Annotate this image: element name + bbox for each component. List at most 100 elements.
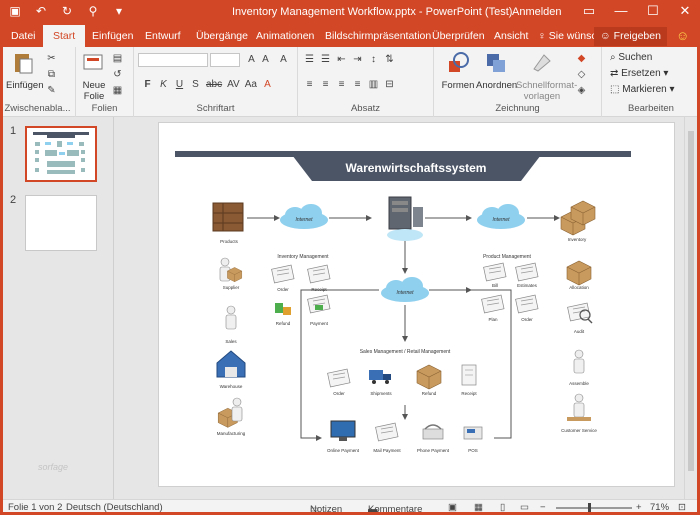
- new-slide-label-2: Folie: [83, 91, 105, 102]
- slide-thumbnail-1[interactable]: [25, 126, 97, 182]
- underline-button[interactable]: U: [174, 79, 185, 92]
- zoom-slider[interactable]: [556, 507, 632, 509]
- fit-to-window-icon[interactable]: ⊡: [678, 502, 686, 513]
- align-text-icon[interactable]: ⊟: [384, 79, 395, 92]
- shrink-font-icon[interactable]: A: [260, 54, 271, 67]
- font-color-button[interactable]: A: [262, 79, 273, 92]
- tab-start[interactable]: Start: [43, 25, 86, 47]
- scrollbar-thumb[interactable]: [688, 131, 694, 471]
- workflow-diagram: Warenwirtschaftssystem Products Internet: [175, 151, 631, 453]
- close-icon[interactable]: ✕: [678, 3, 692, 19]
- slide-info: Folie 1 von 2: [8, 502, 63, 513]
- shape-fill-icon[interactable]: ◆: [576, 53, 587, 66]
- cut-icon[interactable]: ✂: [46, 53, 57, 66]
- tab-bildschirmpraesentation[interactable]: Bildschirmpräsentation: [325, 30, 431, 42]
- tab-einfuegen[interactable]: Einfügen: [92, 30, 133, 42]
- copy-icon[interactable]: ⧉: [46, 69, 57, 82]
- tab-entwurf[interactable]: Entwurf: [145, 30, 181, 42]
- reset-icon[interactable]: ↺: [112, 69, 123, 82]
- section-icon[interactable]: ▦: [112, 85, 123, 98]
- vertical-scrollbar[interactable]: [684, 117, 697, 499]
- increase-indent-icon[interactable]: ⇥: [352, 54, 363, 67]
- numbering-icon[interactable]: ☰: [320, 54, 331, 67]
- char-spacing-button[interactable]: AV: [227, 79, 240, 92]
- estimates-label: Estimates: [517, 283, 538, 288]
- select-button[interactable]: ⬚ Markieren ▾: [610, 84, 675, 95]
- slideshow-icon[interactable]: ▭: [520, 502, 529, 513]
- italic-button[interactable]: K: [158, 79, 169, 92]
- text-direction-icon[interactable]: ⇅: [384, 54, 395, 67]
- clipboard-group-label: Zwischenabla...: [4, 103, 71, 114]
- justify-icon[interactable]: ≡: [352, 79, 363, 92]
- reading-view-icon[interactable]: ▯: [500, 502, 505, 513]
- minimize-icon[interactable]: —: [614, 3, 628, 19]
- strikethrough-button[interactable]: abc: [206, 79, 222, 92]
- redo-icon[interactable]: ↻: [60, 4, 74, 18]
- decrease-indent-icon[interactable]: ⇤: [336, 54, 347, 67]
- change-case-button[interactable]: Aa: [245, 79, 257, 92]
- signin-link[interactable]: Anmelden: [512, 6, 562, 18]
- sales-order-doc-icon: [327, 368, 351, 388]
- tab-datei[interactable]: Datei: [11, 30, 36, 42]
- manufacturing-label: Manufacturing: [217, 431, 246, 436]
- format-painter-icon[interactable]: ✎: [46, 85, 57, 98]
- grow-font-icon[interactable]: A: [246, 54, 257, 67]
- columns-icon[interactable]: ▥: [368, 79, 379, 92]
- tab-uebergaenge[interactable]: Übergänge: [196, 30, 248, 42]
- layout-icon[interactable]: ▤: [112, 53, 123, 66]
- bold-button[interactable]: F: [142, 79, 153, 92]
- slide-canvas[interactable]: Warenwirtschaftssystem Products Internet: [158, 122, 675, 487]
- tell-me-box[interactable]: ♀ Sie wünsc: [538, 30, 597, 42]
- tab-animationen[interactable]: Animationen: [256, 30, 314, 42]
- mail-doc-icon: [375, 422, 399, 442]
- shapes-icon: [449, 52, 469, 72]
- zoom-out-icon[interactable]: −: [540, 502, 546, 513]
- status-bar: Folie 1 von 2 Deutsch (Deutschland) ▭ No…: [0, 499, 700, 515]
- zoom-in-icon[interactable]: +: [636, 502, 642, 513]
- shape-outline-icon[interactable]: ◇: [576, 69, 587, 82]
- new-slide-label-1: Neue: [82, 80, 106, 91]
- zoom-level[interactable]: 71%: [650, 502, 669, 513]
- undo-icon[interactable]: ↶: [34, 4, 48, 18]
- present-icon[interactable]: ⚲: [86, 4, 100, 18]
- align-right-icon[interactable]: ≡: [336, 79, 347, 92]
- shape-effects-icon[interactable]: ◈: [576, 85, 587, 98]
- slide-sorter-icon[interactable]: ▦: [474, 502, 483, 513]
- align-left-icon[interactable]: ≡: [304, 79, 315, 92]
- zoom-slider-thumb[interactable]: [588, 503, 591, 512]
- slide-thumbnail-2[interactable]: [25, 195, 97, 251]
- paragraph-group: ☰ ☰ ⇤ ⇥ ↕ ⇅ ≡ ≡ ≡ ≡ ▥ ⊟ Absatz: [298, 47, 434, 117]
- save-icon[interactable]: ▣: [8, 4, 22, 18]
- online-payment-label: Online Payment: [327, 448, 360, 453]
- font-size-input[interactable]: [210, 53, 240, 67]
- editing-group: ⌕ Suchen ⇄ Ersetzen ▾ ⬚ Markieren ▾ Bear…: [602, 47, 700, 117]
- paste-button[interactable]: Einfügen: [6, 51, 44, 91]
- maximize-icon[interactable]: ☐: [646, 3, 660, 19]
- customize-qat-icon[interactable]: ▾: [112, 4, 126, 18]
- phone-payment-label: Phone Payment: [417, 448, 450, 453]
- smiley-icon[interactable]: ☺: [676, 28, 689, 43]
- replace-button[interactable]: ⇄ Ersetzen ▾: [610, 68, 668, 79]
- paragraph-row-2: ≡ ≡ ≡ ≡ ▥ ⊟: [304, 79, 395, 92]
- clear-format-icon[interactable]: A: [278, 54, 289, 67]
- payment-label: Payment: [310, 321, 329, 326]
- assemble-label: Assemble: [569, 381, 589, 386]
- share-button[interactable]: ☺ Freigeben: [594, 27, 667, 46]
- tab-ueberpruefen[interactable]: Überprüfen: [432, 30, 485, 42]
- align-center-icon[interactable]: ≡: [320, 79, 331, 92]
- line-spacing-icon[interactable]: ↕: [368, 54, 379, 67]
- shadow-button[interactable]: S: [190, 79, 201, 92]
- product-order-doc-icon: [515, 294, 539, 314]
- bullets-icon[interactable]: ☰: [304, 54, 315, 67]
- arrange-button[interactable]: Anordnen: [476, 51, 517, 91]
- products-icon: [212, 202, 244, 232]
- normal-view-icon[interactable]: ▣: [448, 502, 457, 513]
- find-button[interactable]: ⌕ Suchen: [610, 52, 652, 63]
- new-slide-button[interactable]: Neue Folie: [80, 51, 108, 102]
- font-family-input[interactable]: [138, 53, 208, 67]
- ribbon-display-icon[interactable]: ▭: [582, 3, 596, 19]
- language-status[interactable]: Deutsch (Deutschland): [66, 502, 163, 513]
- tab-ansicht[interactable]: Ansicht: [494, 30, 528, 42]
- shapes-button[interactable]: Formen: [440, 51, 476, 91]
- quick-styles-button[interactable]: Schnellformat- vorlagen: [516, 51, 577, 102]
